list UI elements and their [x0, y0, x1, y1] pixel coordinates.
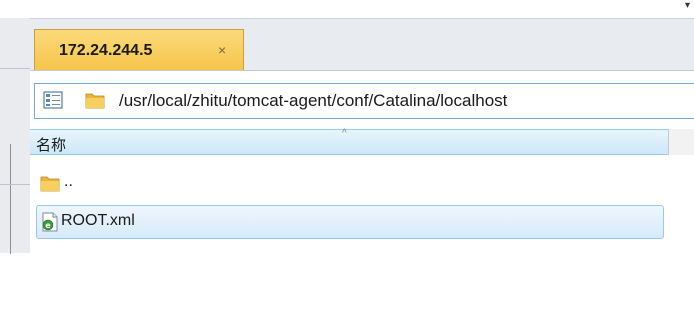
path-input[interactable]: /usr/local/zhitu/tomcat-agent/conf/Catal… [34, 83, 694, 119]
list-item-file[interactable]: e ROOT.xml [36, 205, 664, 239]
tab-session[interactable]: 172.24.244.5 × [34, 29, 244, 71]
folder-icon [40, 176, 60, 192]
column-header-filler [668, 129, 694, 155]
view-mode-icon[interactable] [43, 90, 63, 110]
close-icon[interactable]: × [218, 42, 226, 58]
file-name: ROOT.xml [61, 212, 135, 229]
divider [0, 68, 30, 69]
file-browser: /usr/local/zhitu/tomcat-agent/conf/Catal… [30, 71, 694, 253]
window-top-bar: ▾ [0, 0, 694, 18]
tab-label: 172.24.244.5 [59, 42, 153, 59]
sort-ascending-icon: ^ [342, 128, 347, 139]
xml-file-icon: e [42, 212, 58, 232]
list-item-parent-folder[interactable]: .. [36, 167, 336, 199]
column-header-name[interactable]: 名称 ^ [30, 128, 694, 155]
file-name: .. [64, 173, 73, 190]
svg-text:e: e [45, 221, 51, 230]
current-path: /usr/local/zhitu/tomcat-agent/conf/Catal… [119, 91, 508, 110]
column-header-label: 名称 [36, 137, 67, 154]
dropdown-arrow-icon[interactable]: ▾ [685, 0, 690, 12]
tab-strip: 172.24.244.5 × [30, 18, 694, 72]
divider [10, 144, 11, 254]
path-bar: /usr/local/zhitu/tomcat-agent/conf/Catal… [30, 71, 694, 125]
left-panel [0, 18, 31, 254]
divider [0, 184, 30, 185]
folder-icon [85, 93, 105, 109]
